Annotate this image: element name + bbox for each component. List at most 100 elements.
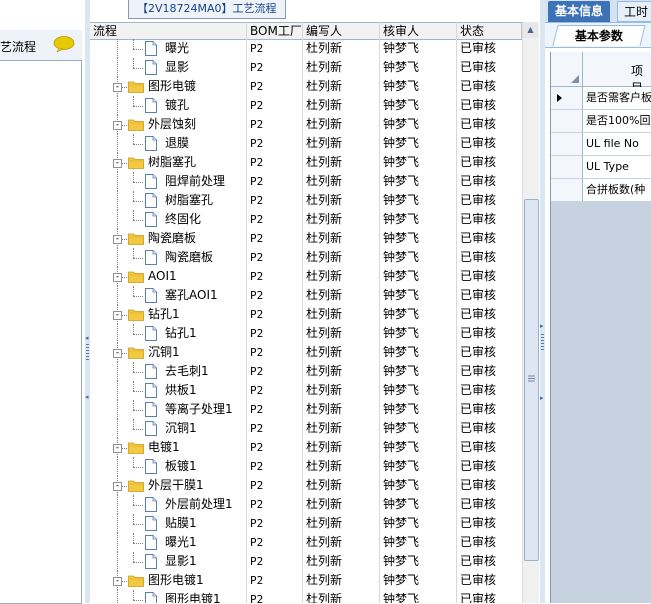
writer-cell[interactable]: 杜列新 xyxy=(303,400,379,419)
flow-cell[interactable]: 阻焊前处理 xyxy=(90,172,246,191)
expand-right-icon[interactable]: ▸ xyxy=(540,394,544,402)
table-row[interactable]: 显影 P2 杜列新 钟梦飞 已审核 xyxy=(90,58,522,77)
bom-cell[interactable]: P2 xyxy=(247,286,302,305)
flow-cell[interactable]: 曝光 xyxy=(90,39,246,58)
writer-cell[interactable]: 杜列新 xyxy=(303,476,379,495)
auditor-cell[interactable]: 钟梦飞 xyxy=(380,590,456,603)
auditor-cell[interactable]: 钟梦飞 xyxy=(380,153,456,172)
auditor-cell[interactable]: 钟梦飞 xyxy=(380,77,456,96)
status-cell[interactable]: 已审核 xyxy=(457,77,522,96)
flow-cell[interactable]: 贴膜1 xyxy=(90,514,246,533)
speech-bubble-icon[interactable] xyxy=(53,36,75,52)
table-row[interactable]: 塞孔AOI1 P2 杜列新 钟梦飞 已审核 xyxy=(90,286,522,305)
flow-cell[interactable]: - 陶瓷磨板 xyxy=(90,229,246,248)
status-cell[interactable]: 已审核 xyxy=(457,115,522,134)
col-header-writer[interactable]: 编写人 xyxy=(303,23,380,39)
collapse-left-icon[interactable]: ◂ xyxy=(85,334,89,342)
status-cell[interactable]: 已审核 xyxy=(457,153,522,172)
process-flow-tab[interactable]: 【2V18724MA0】工艺流程 xyxy=(128,0,286,19)
collapse-node-icon[interactable]: - xyxy=(113,159,122,168)
table-row[interactable]: 烘板1 P2 杜列新 钟梦飞 已审核 xyxy=(90,381,522,400)
bom-cell[interactable]: P2 xyxy=(247,134,302,153)
bom-cell[interactable]: P2 xyxy=(247,400,302,419)
auditor-cell[interactable]: 钟梦飞 xyxy=(380,476,456,495)
writer-cell[interactable]: 杜列新 xyxy=(303,267,379,286)
flow-cell[interactable]: 显影 xyxy=(90,58,246,77)
bom-cell[interactable]: P2 xyxy=(247,96,302,115)
flow-cell[interactable]: 终固化 xyxy=(90,210,246,229)
bom-cell[interactable]: P2 xyxy=(247,229,302,248)
table-row[interactable]: 树脂塞孔 P2 杜列新 钟梦飞 已审核 xyxy=(90,191,522,210)
bom-cell[interactable]: P2 xyxy=(247,419,302,438)
flow-cell[interactable]: 显影1 xyxy=(90,552,246,571)
expand-left-icon[interactable]: ◂ xyxy=(85,393,89,401)
writer-cell[interactable]: 杜列新 xyxy=(303,305,379,324)
param-row[interactable]: 是否100%回流 xyxy=(551,110,651,133)
flow-cell[interactable]: - 树脂塞孔 xyxy=(90,153,246,172)
table-row[interactable]: 退膜 P2 杜列新 钟梦飞 已审核 xyxy=(90,134,522,153)
table-row[interactable]: 外层前处理1 P2 杜列新 钟梦飞 已审核 xyxy=(90,495,522,514)
table-row[interactable]: - AOI1 P2 杜列新 钟梦飞 已审核 xyxy=(90,267,522,286)
status-cell[interactable]: 已审核 xyxy=(457,476,522,495)
flow-cell[interactable]: 陶瓷磨板 xyxy=(90,248,246,267)
table-row[interactable]: 曝光 P2 杜列新 钟梦飞 已审核 xyxy=(90,39,522,58)
scroll-up-icon[interactable]: ▲ xyxy=(523,22,538,38)
tab-basic-params[interactable]: 基本参数 xyxy=(552,25,646,46)
table-row[interactable]: 沉铜1 P2 杜列新 钟梦飞 已审核 xyxy=(90,419,522,438)
flow-cell[interactable]: 等离子处理1 xyxy=(90,400,246,419)
writer-cell[interactable]: 杜列新 xyxy=(303,229,379,248)
auditor-cell[interactable]: 钟梦飞 xyxy=(380,514,456,533)
writer-cell[interactable]: 杜列新 xyxy=(303,96,379,115)
bom-cell[interactable]: P2 xyxy=(247,381,302,400)
flow-cell[interactable]: 去毛刺1 xyxy=(90,362,246,381)
param-row[interactable]: 是否需客户板 xyxy=(551,87,651,110)
table-row[interactable]: - 沉铜1 P2 杜列新 钟梦飞 已审核 xyxy=(90,343,522,362)
status-cell[interactable]: 已审核 xyxy=(457,191,522,210)
collapse-node-icon[interactable]: - xyxy=(113,83,122,92)
table-row[interactable]: - 外层干膜1 P2 杜列新 钟梦飞 已审核 xyxy=(90,476,522,495)
bom-cell[interactable]: P2 xyxy=(247,210,302,229)
status-cell[interactable]: 已审核 xyxy=(457,552,522,571)
status-cell[interactable]: 已审核 xyxy=(457,134,522,153)
bom-cell[interactable]: P2 xyxy=(247,305,302,324)
auditor-cell[interactable]: 钟梦飞 xyxy=(380,533,456,552)
auditor-cell[interactable]: 钟梦飞 xyxy=(380,134,456,153)
vertical-scrollbar[interactable]: ▲ xyxy=(522,22,539,603)
table-row[interactable]: 阻焊前处理 P2 杜列新 钟梦飞 已审核 xyxy=(90,172,522,191)
table-row[interactable]: 显影1 P2 杜列新 钟梦飞 已审核 xyxy=(90,552,522,571)
col-header-auditor[interactable]: 核审人 xyxy=(380,23,457,39)
flow-cell[interactable]: 曝光1 xyxy=(90,533,246,552)
tab-basic-info[interactable]: 基本信息 xyxy=(548,1,610,22)
writer-cell[interactable]: 杜列新 xyxy=(303,210,379,229)
status-cell[interactable]: 已审核 xyxy=(457,590,522,603)
table-row[interactable]: 钻孔1 P2 杜列新 钟梦飞 已审核 xyxy=(90,324,522,343)
table-row[interactable]: 图形电镀1 P2 杜列新 钟梦飞 已审核 xyxy=(90,590,522,603)
writer-cell[interactable]: 杜列新 xyxy=(303,438,379,457)
writer-cell[interactable]: 杜列新 xyxy=(303,77,379,96)
status-cell[interactable]: 已审核 xyxy=(457,514,522,533)
auditor-cell[interactable]: 钟梦飞 xyxy=(380,248,456,267)
status-cell[interactable]: 已审核 xyxy=(457,362,522,381)
bom-cell[interactable]: P2 xyxy=(247,476,302,495)
auditor-cell[interactable]: 钟梦飞 xyxy=(380,210,456,229)
writer-cell[interactable]: 杜列新 xyxy=(303,134,379,153)
col-header-bom[interactable]: BOM工厂 xyxy=(247,23,303,39)
auditor-cell[interactable]: 钟梦飞 xyxy=(380,58,456,77)
flow-cell[interactable]: - 沉铜1 xyxy=(90,343,246,362)
collapse-node-icon[interactable]: - xyxy=(113,482,122,491)
auditor-cell[interactable]: 钟梦飞 xyxy=(380,172,456,191)
status-cell[interactable]: 已审核 xyxy=(457,419,522,438)
status-cell[interactable]: 已审核 xyxy=(457,229,522,248)
status-cell[interactable]: 已审核 xyxy=(457,172,522,191)
status-cell[interactable]: 已审核 xyxy=(457,438,522,457)
table-row[interactable]: - 外层蚀刻 P2 杜列新 钟梦飞 已审核 xyxy=(90,115,522,134)
flow-cell[interactable]: 外层前处理1 xyxy=(90,495,246,514)
bom-cell[interactable]: P2 xyxy=(247,153,302,172)
tab-work-hours[interactable]: 工时 xyxy=(617,1,651,22)
writer-cell[interactable]: 杜列新 xyxy=(303,495,379,514)
writer-cell[interactable]: 杜列新 xyxy=(303,286,379,305)
auditor-cell[interactable]: 钟梦飞 xyxy=(380,419,456,438)
table-row[interactable]: - 树脂塞孔 P2 杜列新 钟梦飞 已审核 xyxy=(90,153,522,172)
bom-cell[interactable]: P2 xyxy=(247,590,302,603)
writer-cell[interactable]: 杜列新 xyxy=(303,362,379,381)
